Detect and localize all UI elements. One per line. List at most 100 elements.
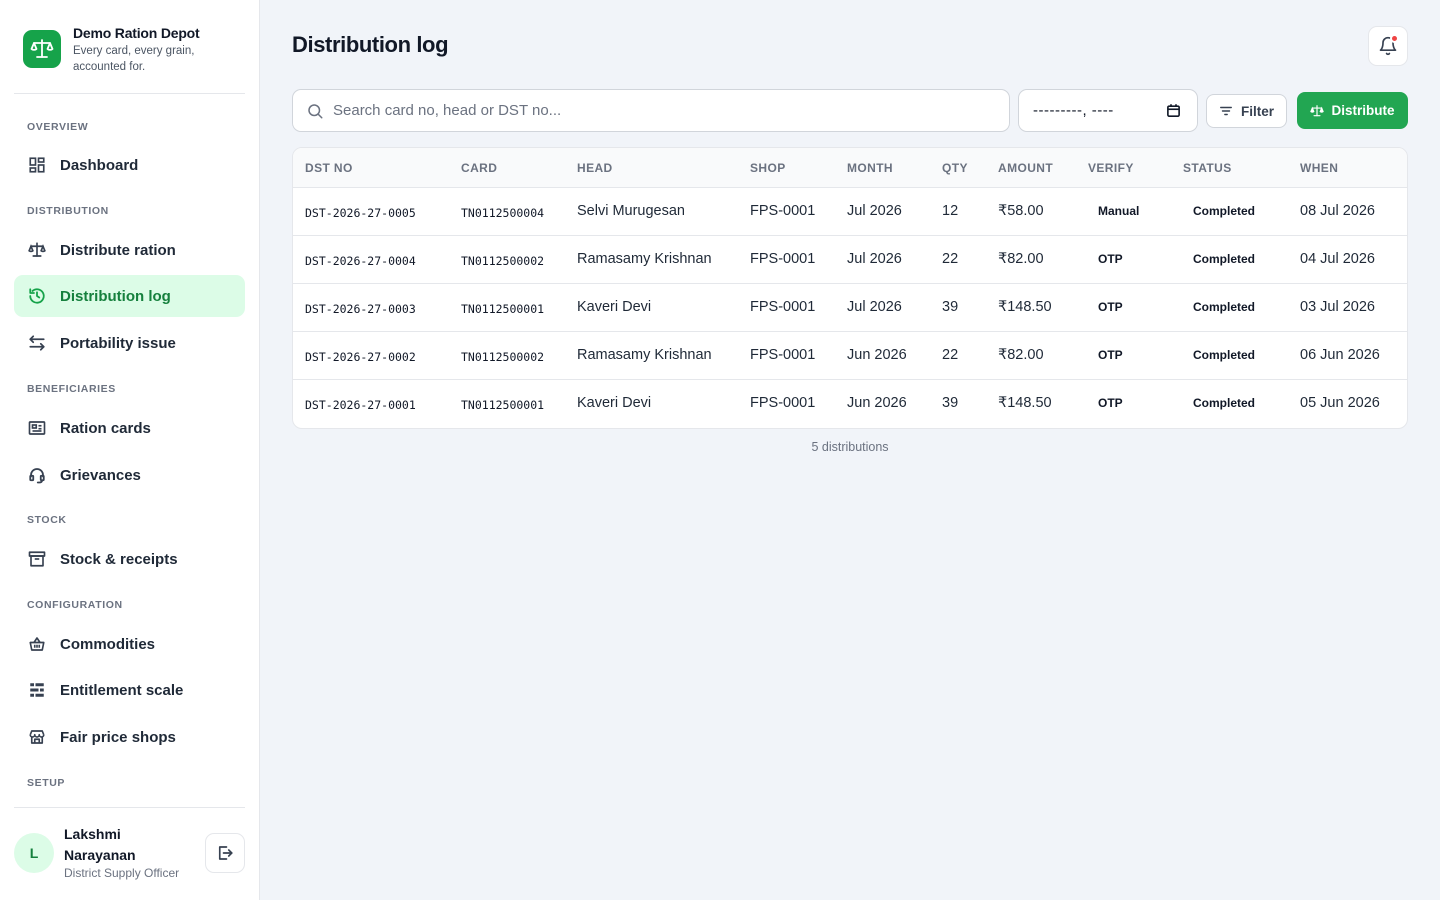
cell-card: TN0112500004 — [461, 206, 545, 220]
cell-amount: ₹148.50 — [998, 299, 1052, 315]
cell-dst-no: DST-2026-27-0002 — [305, 350, 416, 364]
cell-when: 08 Jul 2026 — [1300, 203, 1375, 219]
cell-qty: 39 — [942, 395, 959, 411]
notification-dot — [1390, 34, 1399, 43]
column-header-head[interactable]: HEAD — [577, 161, 613, 175]
distribute-button[interactable]: Distribute — [1297, 92, 1408, 129]
verify-badge: OTP — [1098, 396, 1123, 410]
cell-month: Jul 2026 — [847, 203, 902, 219]
column-header-dst-no[interactable]: DST NO — [305, 161, 353, 175]
cell-shop: FPS-0001 — [750, 203, 816, 219]
archive-box-icon — [28, 550, 46, 568]
column-header-shop[interactable]: SHOP — [750, 161, 786, 175]
search-box[interactable] — [292, 89, 1010, 132]
cell-dst-no: DST-2026-27-0005 — [305, 206, 416, 220]
cell-month: Jun 2026 — [847, 395, 907, 411]
logout-button[interactable] — [205, 833, 245, 873]
scale-list-icon — [28, 681, 46, 699]
nav-section-configuration: CONFIGURATION — [27, 599, 123, 611]
sidebar-item-portability-issue[interactable]: Portability issue — [14, 322, 245, 364]
cell-head: Selvi Murugesan — [577, 203, 685, 219]
filter-icon — [1219, 104, 1233, 118]
filter-label: Filter — [1240, 103, 1274, 119]
cell-month: Jul 2026 — [847, 299, 902, 315]
cell-qty: 22 — [942, 251, 959, 267]
brand-tagline: Every card, every grain, accounted for. — [73, 45, 195, 73]
status-badge: Completed — [1193, 300, 1256, 314]
page-title: Distribution log — [292, 32, 449, 57]
column-header-verify[interactable]: VERIFY — [1088, 161, 1134, 175]
headset-icon — [28, 466, 46, 484]
cell-month: Jul 2026 — [847, 251, 902, 267]
cell-amount: ₹82.00 — [998, 347, 1044, 363]
verify-badge: OTP — [1098, 252, 1123, 266]
table-header: DST NO CARD HEAD SHOP MONTH QTY AMOUNT V… — [293, 148, 1407, 188]
filter-button[interactable]: Filter — [1206, 94, 1287, 128]
avatar: L — [14, 833, 54, 873]
cell-head: Ramasamy Krishnan — [577, 251, 712, 267]
dashboard-icon — [28, 156, 46, 174]
nav-section-overview: OVERVIEW — [27, 121, 89, 133]
cell-shop: FPS-0001 — [750, 395, 816, 411]
sidebar-item-label: Commodities — [60, 635, 156, 653]
cell-when: 05 Jun 2026 — [1300, 395, 1380, 411]
search-input[interactable] — [333, 102, 1009, 119]
nav-section-setup: SETUP — [27, 777, 66, 789]
notifications-button[interactable] — [1368, 26, 1408, 66]
nav-section-beneficiaries: BENEFICIARIES — [27, 383, 116, 395]
sidebar-item-distribution-log[interactable]: Distribution log — [14, 275, 245, 317]
cell-dst-no: DST-2026-27-0001 — [305, 398, 416, 412]
sidebar-item-dashboard[interactable]: Dashboard — [14, 144, 245, 186]
cell-when: 06 Jun 2026 — [1300, 347, 1380, 363]
search-icon — [306, 102, 324, 120]
basket-icon — [28, 635, 46, 653]
table-row[interactable]: DST-2026-27-0004 TN0112500002 Ramasamy K… — [293, 236, 1407, 284]
status-badge: Completed — [1193, 396, 1256, 410]
cell-head: Kaveri Devi — [577, 395, 652, 411]
table-row[interactable]: DST-2026-27-0002 TN0112500002 Ramasamy K… — [293, 332, 1407, 380]
cell-qty: 39 — [942, 299, 959, 315]
verify-badge: OTP — [1098, 348, 1123, 362]
sidebar-item-ration-cards[interactable]: Ration cards — [14, 407, 245, 449]
brand: Demo Ration Depot Every card, every grai… — [14, 14, 245, 94]
column-header-status[interactable]: STATUS — [1183, 161, 1232, 175]
sidebar-item-label: Fair price shops — [60, 728, 176, 746]
cell-amount: ₹82.00 — [998, 251, 1044, 267]
cell-dst-no: DST-2026-27-0003 — [305, 302, 416, 316]
cell-when: 03 Jul 2026 — [1300, 299, 1375, 315]
verify-badge: OTP — [1098, 300, 1123, 314]
history-icon — [28, 287, 46, 305]
column-header-when[interactable]: WHEN — [1300, 161, 1338, 175]
sidebar-item-entitlement-scale[interactable]: Entitlement scale — [14, 669, 245, 711]
cell-head: Kaveri Devi — [577, 299, 652, 315]
month-picker[interactable]: ---------, ---- — [1018, 89, 1198, 132]
sidebar-item-grievances[interactable]: Grievances — [14, 454, 245, 496]
sidebar-item-label: Portability issue — [60, 334, 176, 352]
calendar-icon[interactable] — [1166, 103, 1181, 118]
cell-when: 04 Jul 2026 — [1300, 251, 1375, 267]
table-row[interactable]: DST-2026-27-0001 TN0112500001 Kaveri Dev… — [293, 380, 1407, 428]
scale-logo-icon — [23, 30, 61, 68]
table-row[interactable]: DST-2026-27-0003 TN0112500001 Kaveri Dev… — [293, 284, 1407, 332]
cell-amount: ₹58.00 — [998, 203, 1044, 219]
table-row[interactable]: DST-2026-27-0005 TN0112500004 Selvi Muru… — [293, 188, 1407, 236]
sidebar-item-stock-receipts[interactable]: Stock & receipts — [14, 538, 245, 580]
column-header-qty[interactable]: QTY — [942, 161, 968, 175]
sidebar-item-commodities[interactable]: Commodities — [14, 623, 245, 665]
status-badge: Completed — [1193, 204, 1256, 218]
cell-card: TN0112500002 — [461, 254, 545, 268]
sidebar-item-fair-price-shops[interactable]: Fair price shops — [14, 716, 245, 758]
column-header-month[interactable]: MONTH — [847, 161, 893, 175]
status-badge: Completed — [1193, 252, 1256, 266]
store-icon — [28, 728, 46, 746]
sidebar-item-label: Distribute ration — [60, 241, 176, 259]
column-header-amount[interactable]: AMOUNT — [998, 161, 1053, 175]
column-header-card[interactable]: CARD — [461, 161, 497, 175]
sidebar-item-distribute-ration[interactable]: Distribute ration — [14, 229, 245, 271]
cell-qty: 12 — [942, 203, 959, 219]
cell-month: Jun 2026 — [847, 347, 907, 363]
distribute-label: Distribute — [1331, 103, 1395, 118]
cell-shop: FPS-0001 — [750, 347, 816, 363]
cell-shop: FPS-0001 — [750, 299, 816, 315]
sidebar-item-label: Distribution log — [60, 287, 171, 305]
